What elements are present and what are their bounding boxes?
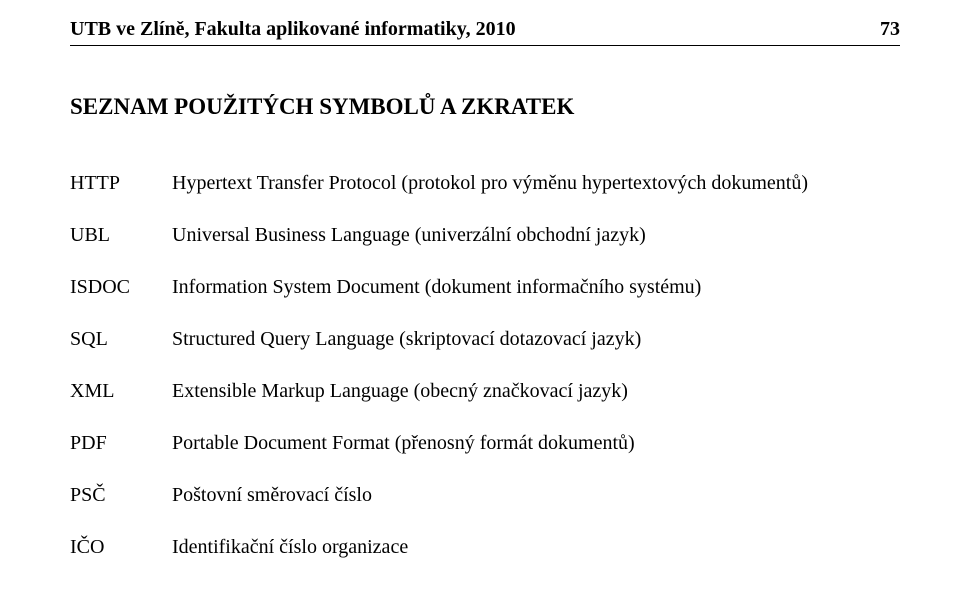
page-number: 73: [880, 18, 900, 41]
page-header: UTB ve Zlíně, Fakulta aplikované informa…: [70, 18, 900, 46]
text-cell: Information System Document (dokument in…: [172, 268, 808, 320]
text-cell: Structured Query Language (skriptovací d…: [172, 320, 808, 372]
text-cell: Hypertext Transfer Protocol (protokol pr…: [172, 164, 808, 216]
abbr-cell: PDF: [70, 424, 172, 476]
definitions-table: HTTP Hypertext Transfer Protocol (protok…: [70, 164, 808, 580]
table-row: PSČ Poštovní směrovací číslo: [70, 476, 808, 528]
text-cell: Identifikační číslo organizace: [172, 528, 808, 580]
abbr-cell: PSČ: [70, 476, 172, 528]
table-row: UBL Universal Business Language (univerz…: [70, 216, 808, 268]
abbr-cell: XML: [70, 372, 172, 424]
abbr-cell: ISDOC: [70, 268, 172, 320]
text-cell: Extensible Markup Language (obecný značk…: [172, 372, 808, 424]
table-row: ISDOC Information System Document (dokum…: [70, 268, 808, 320]
header-title: UTB ve Zlíně, Fakulta aplikované informa…: [70, 18, 516, 41]
abbr-cell: IČO: [70, 528, 172, 580]
text-cell: Portable Document Format (přenosný formá…: [172, 424, 808, 476]
abbr-cell: UBL: [70, 216, 172, 268]
abbr-cell: SQL: [70, 320, 172, 372]
table-row: PDF Portable Document Format (přenosný f…: [70, 424, 808, 476]
text-cell: Poštovní směrovací číslo: [172, 476, 808, 528]
abbr-cell: HTTP: [70, 164, 172, 216]
text-cell: Universal Business Language (univerzální…: [172, 216, 808, 268]
table-row: IČO Identifikační číslo organizace: [70, 528, 808, 580]
table-row: XML Extensible Markup Language (obecný z…: [70, 372, 808, 424]
section-title: SEZNAM POUŽITÝCH SYMBOLŮ A ZKRATEK: [70, 94, 900, 120]
table-row: SQL Structured Query Language (skriptova…: [70, 320, 808, 372]
table-row: HTTP Hypertext Transfer Protocol (protok…: [70, 164, 808, 216]
